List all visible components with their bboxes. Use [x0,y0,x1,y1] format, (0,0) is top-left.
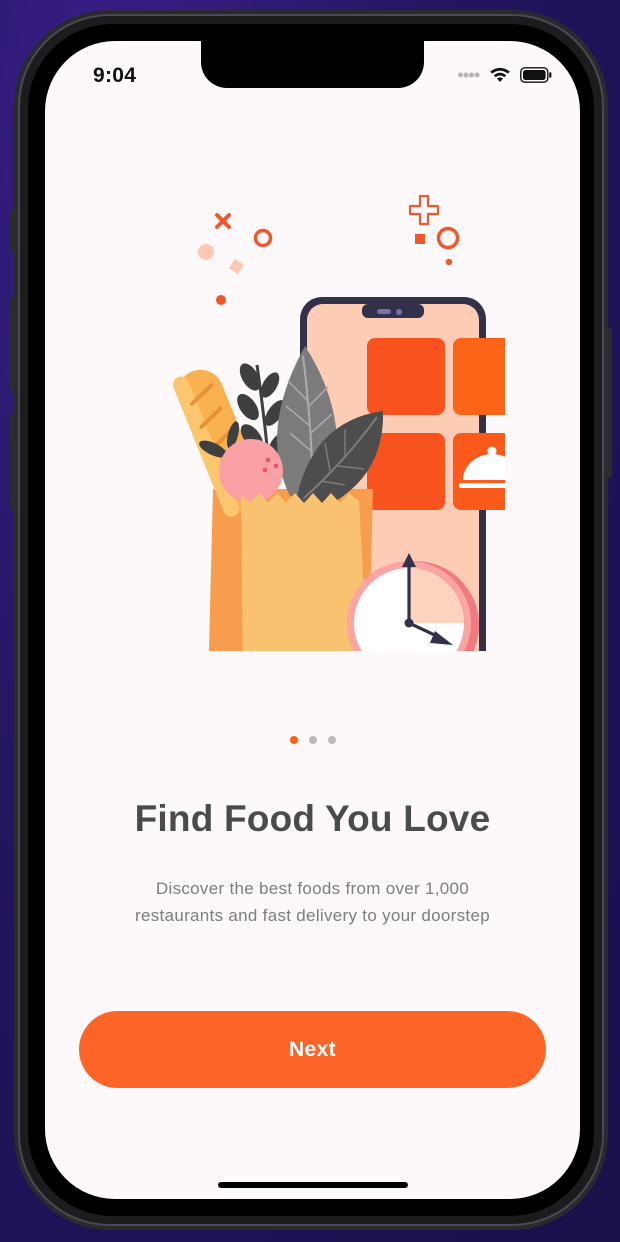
volume-down-button [10,414,18,510]
plus-shape [408,194,440,226]
diamond-shape [228,258,245,275]
page-indicator [45,736,580,744]
description-line: restaurants and fast delivery to your do… [135,906,490,925]
cross-shape [215,213,231,229]
onboarding-description: Discover the best foods from over 1,000 … [85,875,540,929]
phone-notch [362,304,424,318]
notch [201,41,424,88]
onboarding-screen: 9:04 Find Food You Love Discover the bes… [45,41,580,1199]
phone-camera [396,309,402,315]
page-dot[interactable] [308,736,317,744]
status-icons [458,67,552,83]
onboarding-title: Find Food You Love [134,798,491,839]
circle-shape [198,244,214,260]
battery-icon [520,67,552,83]
status-time: 9:04 [93,64,137,87]
radish [219,439,283,503]
dot-shape [216,295,226,305]
next-button[interactable]: Next [79,1011,546,1088]
ring-shape [436,226,460,250]
description-line: Discover the best foods from over 1,000 [155,879,470,898]
app-tile [453,338,505,415]
signal-dots-icon [458,72,480,78]
square-shape [415,234,425,244]
food-delivery-phone-illustration [172,194,505,651]
power-button [604,328,612,478]
dot-shape [445,258,453,266]
page-dot-active[interactable] [289,736,298,744]
page-dot[interactable] [327,736,336,744]
phone-speaker [377,309,391,314]
home-indicator[interactable] [218,1182,408,1188]
volume-up-button [10,296,18,392]
ring-shape [253,228,273,248]
wifi-icon [490,67,510,82]
app-tile [367,338,445,415]
mute-switch [10,210,18,252]
